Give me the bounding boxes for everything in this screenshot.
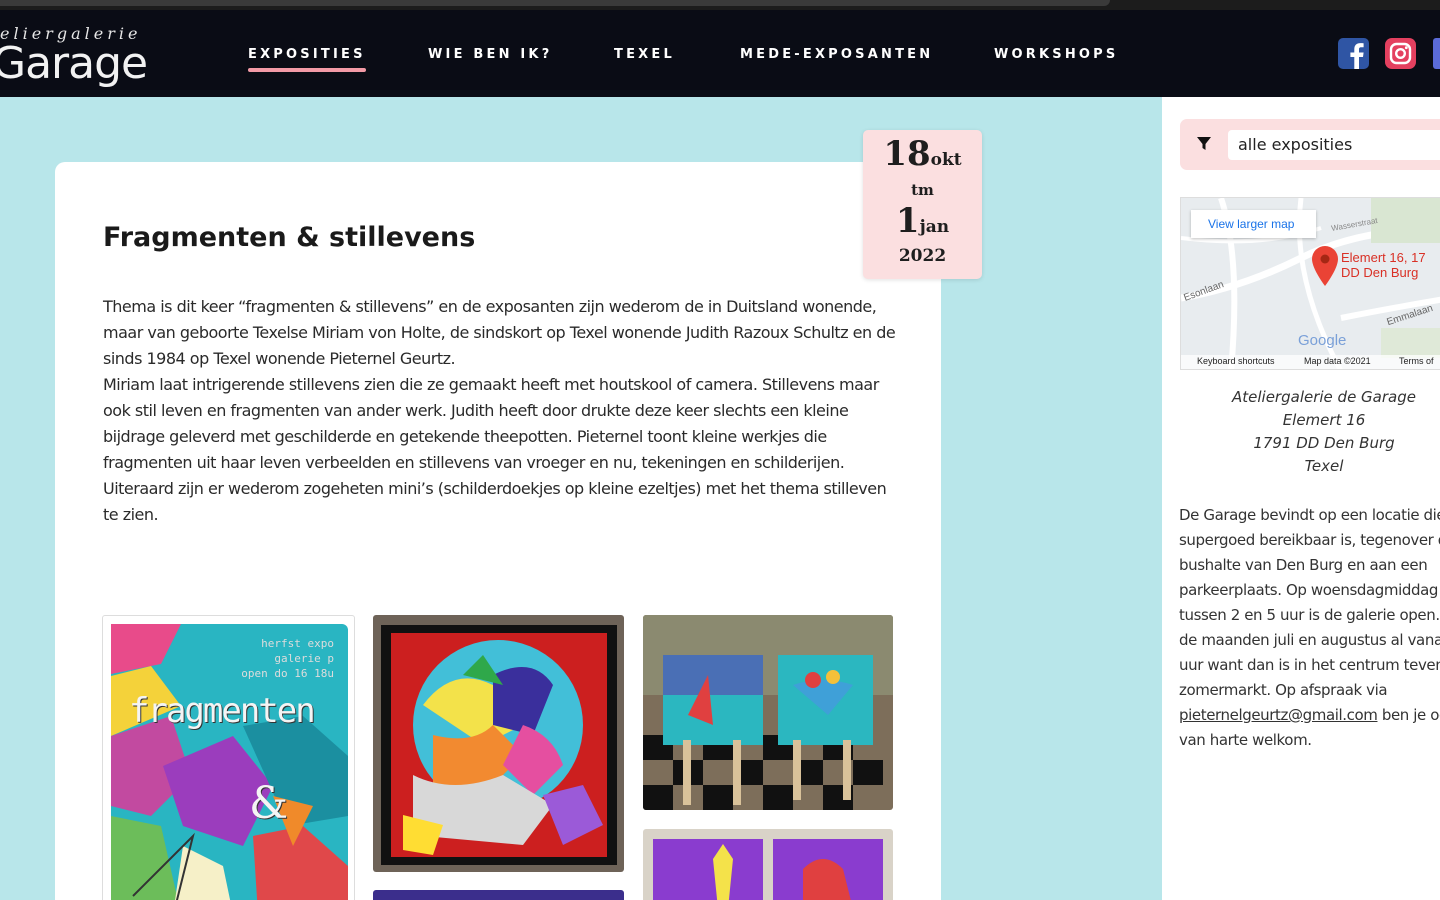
map-google-logo: Google xyxy=(1298,332,1347,349)
extra-social-icon[interactable] xyxy=(1433,38,1440,69)
nav-texel[interactable]: TEXEL xyxy=(614,47,675,62)
info-text: De Garage bevindt op een locatie die sup… xyxy=(1179,506,1440,699)
exhibition-description: Thema is dit keer “fragmenten & stilleve… xyxy=(103,294,903,528)
poster-header: herfst expo galerie p open do 16 18u xyxy=(241,637,334,680)
gallery-image-easels[interactable] xyxy=(643,615,893,810)
nav-label: WORKSHOPS xyxy=(994,47,1119,62)
address-line: 1791 DD Den Burg xyxy=(1253,434,1395,452)
gallery-address: Ateliergalerie de Garage Elemert 16 1791… xyxy=(1180,386,1440,478)
description-paragraph: Miriam laat intrigerende stillevens zien… xyxy=(103,375,887,524)
email-link[interactable]: pieternelgeurtz@gmail.com xyxy=(1179,706,1378,724)
map-keyboard-shortcuts[interactable]: Keyboard shortcuts xyxy=(1197,356,1275,366)
description-paragraph: Thema is dit keer “fragmenten & stilleve… xyxy=(103,297,896,368)
map-data: Map data ©2021 xyxy=(1304,356,1371,366)
instagram-icon[interactable] xyxy=(1385,38,1416,69)
gallery-image-poster[interactable]: herfst expo galerie p open do 16 18u fra… xyxy=(102,615,355,900)
nav-mede-exposanten[interactable]: MEDE-EXPOSANTEN xyxy=(740,47,933,62)
nav-label: WIE BEN IK? xyxy=(428,47,553,62)
address-line: Texel xyxy=(1304,457,1344,475)
nav-workshops[interactable]: WORKSHOPS xyxy=(994,47,1118,62)
location-map[interactable]: Esonlaan Emmalaan Wasserstraat View larg… xyxy=(1180,197,1440,370)
facebook-icon[interactable] xyxy=(1338,38,1369,69)
site-header: eliergalerie Garage EXPOSITIES WIE BEN I… xyxy=(0,10,1440,97)
map-footer: Keyboard shortcuts Map data ©2021 Terms … xyxy=(1181,355,1440,369)
logo[interactable]: Garage xyxy=(0,38,148,89)
address-line: Elemert 16 xyxy=(1282,411,1366,429)
nav-label: MEDE-EXPOSANTEN xyxy=(740,47,934,62)
filter-icon xyxy=(1196,136,1212,157)
map-terms[interactable]: Terms of xyxy=(1399,356,1434,366)
start-date: 18okt xyxy=(883,134,962,174)
poster-word: fragmenten xyxy=(129,691,316,731)
browser-top-strip xyxy=(0,0,1440,10)
gallery-image-painting[interactable] xyxy=(373,615,624,872)
nav-wie-ben-ik[interactable]: WIE BEN IK? xyxy=(428,47,552,62)
nav-active-underline xyxy=(248,68,366,72)
date-year: 2022 xyxy=(898,246,947,266)
exhibition-title: Fragmenten & stillevens xyxy=(103,222,476,253)
location-info: De Garage bevindt op een locatie die sup… xyxy=(1179,503,1440,753)
address-line: Ateliergalerie de Garage xyxy=(1232,388,1416,406)
end-date: 1jan xyxy=(895,201,950,241)
date-separator: tm xyxy=(911,181,934,199)
exposities-filter-select[interactable]: alle exposities xyxy=(1228,130,1440,160)
poster-ampersand: & xyxy=(249,778,289,829)
date-badge: 18okt tm 1jan 2022 xyxy=(863,130,982,279)
nav-label: TEXEL xyxy=(614,47,675,62)
map-pin-icon xyxy=(1312,246,1338,286)
gallery-image-purple[interactable] xyxy=(643,829,893,900)
map-address: Elemert 16, 17 DD Den Burg xyxy=(1341,250,1426,280)
nav-label: EXPOSITIES xyxy=(248,47,366,62)
nav-exposities[interactable]: EXPOSITIES xyxy=(248,47,366,72)
view-larger-map-link[interactable]: View larger map xyxy=(1191,210,1316,238)
gallery-image-partial[interactable] xyxy=(373,890,624,900)
